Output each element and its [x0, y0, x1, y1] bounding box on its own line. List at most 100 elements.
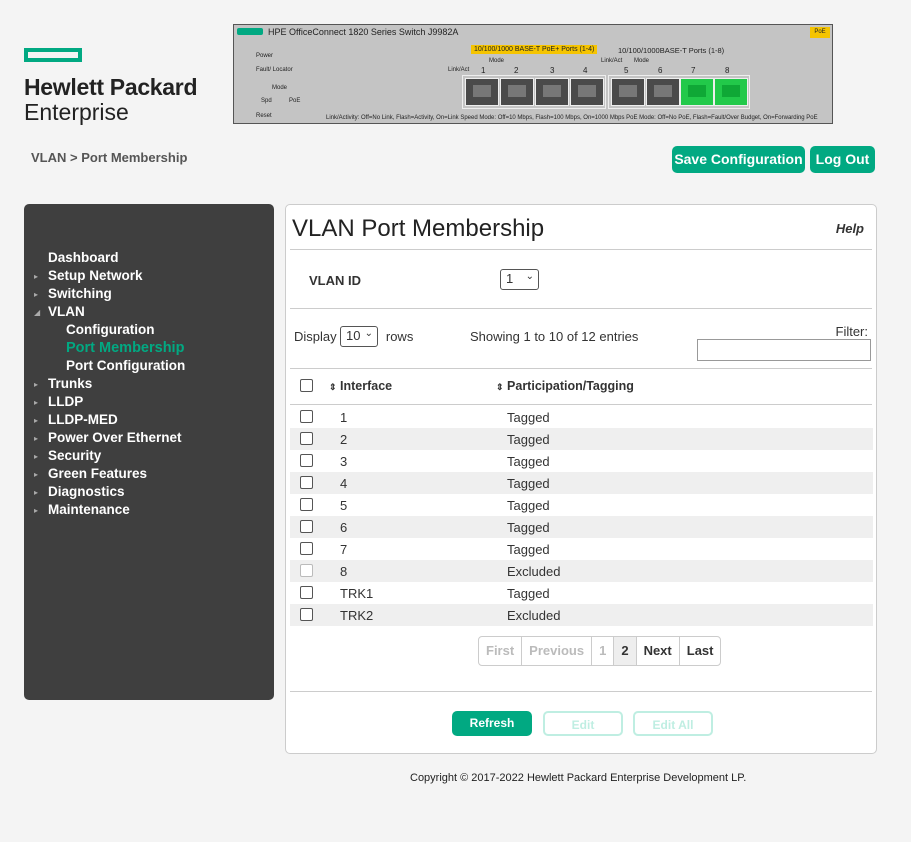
table-row[interactable]: 2 Tagged: [290, 428, 873, 450]
ports-label: 10/100/1000BASE-T Ports (1-8): [618, 46, 725, 55]
sidebar-item-configuration[interactable]: Configuration: [66, 322, 154, 337]
brand-line-1: Hewlett Packard: [24, 74, 198, 100]
sidebar-item-port-configuration[interactable]: Port Configuration: [66, 358, 185, 373]
sidebar-item-diagnostics[interactable]: Diagnostics: [48, 484, 125, 499]
sidebar-item-green-features[interactable]: Green Features: [48, 466, 147, 481]
row-checkbox[interactable]: [300, 520, 313, 533]
port-number: 7: [691, 66, 696, 75]
page-2-button[interactable]: 2: [614, 637, 637, 665]
switch-faceplate: HPE OfficeConnect 1820 Series Switch J99…: [233, 24, 833, 124]
divider: [290, 368, 872, 369]
interface-cell: 2: [340, 432, 348, 447]
table-row[interactable]: 5 Tagged: [290, 494, 873, 516]
table-row[interactable]: 1 Tagged: [290, 406, 873, 428]
sidebar-item-dashboard[interactable]: Dashboard: [48, 250, 119, 265]
table-row[interactable]: 7 Tagged: [290, 538, 873, 560]
filter-input[interactable]: [697, 339, 871, 361]
first-page-button[interactable]: First: [479, 637, 523, 665]
tagging-cell: Tagged: [507, 454, 550, 469]
row-checkbox[interactable]: [300, 608, 313, 621]
previous-page-button[interactable]: Previous: [522, 637, 593, 665]
row-checkbox[interactable]: [300, 454, 313, 467]
table-row[interactable]: 6 Tagged: [290, 516, 873, 538]
page-title: VLAN Port Membership: [292, 215, 545, 242]
tagging-cell: Tagged: [507, 410, 550, 425]
save-configuration-button[interactable]: Save Configuration: [672, 146, 805, 173]
rows-per-page-select[interactable]: 10 ⌄: [340, 326, 378, 347]
hpe-logo-mark: [24, 48, 82, 62]
column-header-interface[interactable]: ⇕ Interface: [329, 379, 392, 393]
row-checkbox[interactable]: [300, 542, 313, 555]
row-checkbox[interactable]: [300, 432, 313, 445]
select-all-checkbox[interactable]: [300, 379, 313, 392]
sort-icon: ⇕: [329, 382, 337, 392]
sidebar-item-trunks[interactable]: Trunks: [48, 376, 92, 391]
interface-cell: TRK2: [340, 608, 374, 623]
row-checkbox[interactable]: [300, 498, 313, 511]
sidebar-item-lldp[interactable]: LLDP: [48, 394, 83, 409]
refresh-button[interactable]: Refresh: [452, 711, 532, 736]
caret-right-icon: ▸: [34, 470, 39, 479]
port-number: 4: [583, 66, 588, 75]
row-checkbox[interactable]: [300, 410, 313, 423]
tagging-cell: Tagged: [507, 520, 550, 535]
column-header-label: Interface: [340, 379, 393, 393]
caret-right-icon: ▸: [34, 398, 39, 407]
linkact-label-2: Link/Act: [601, 58, 623, 64]
edit-all-button[interactable]: Edit All: [633, 711, 713, 736]
sidebar-item-maintenance[interactable]: Maintenance: [48, 502, 130, 517]
port-number: 2: [514, 66, 519, 75]
reset-label: Reset: [256, 113, 272, 119]
vlan-id-label: VLAN ID: [309, 273, 361, 288]
row-checkbox[interactable]: [300, 564, 313, 577]
column-header-participation[interactable]: ⇕ Participation/Tagging: [496, 379, 634, 393]
interface-cell: 8: [340, 564, 348, 579]
port-icon: [646, 78, 680, 106]
port-icon-active: [714, 78, 748, 106]
port-icon: [500, 78, 534, 106]
main-panel: VLAN Port Membership Help VLAN ID 1 ⌄ Di…: [285, 204, 877, 754]
device-title: HPE OfficeConnect 1820 Series Switch J99…: [268, 27, 459, 37]
mode-label-2: Mode: [634, 58, 650, 64]
sidebar-item-vlan[interactable]: VLAN: [48, 304, 85, 319]
hpe-logo: Hewlett Packard Enterprise: [24, 48, 198, 126]
caret-right-icon: ▸: [34, 452, 39, 461]
sidebar-item-setup-network[interactable]: Setup Network: [48, 268, 143, 283]
table-row[interactable]: 4 Tagged: [290, 472, 873, 494]
rows-per-page-value: 10: [346, 328, 361, 343]
table-row[interactable]: 8 Excluded: [290, 560, 873, 582]
interface-cell: 5: [340, 498, 348, 513]
sidebar-item-security[interactable]: Security: [48, 448, 101, 463]
poe-ports-label: 10/100/1000 BASE-T PoE+ Ports (1-4): [471, 45, 598, 54]
sidebar-item-switching[interactable]: Switching: [48, 286, 112, 301]
tagging-cell: Tagged: [507, 432, 550, 447]
interface-cell: 3: [340, 454, 348, 469]
entries-info: Showing 1 to 10 of 12 entries: [470, 329, 639, 344]
vlan-id-select[interactable]: 1 ⌄: [500, 269, 539, 290]
display-suffix: rows: [385, 329, 414, 344]
filter-label: Filter:: [835, 324, 869, 339]
mode-label-1: Mode: [489, 58, 505, 64]
table-row[interactable]: TRK2 Excluded: [290, 604, 873, 626]
help-link[interactable]: Help: [836, 221, 864, 236]
logout-button[interactable]: Log Out: [810, 146, 875, 173]
column-header-label: Participation/Tagging: [507, 379, 634, 393]
brand-line-2: Enterprise: [24, 99, 129, 125]
next-page-button[interactable]: Next: [637, 637, 680, 665]
power-label: Power: [256, 53, 274, 59]
sidebar-item-power-over-ethernet[interactable]: Power Over Ethernet: [48, 430, 182, 445]
poe-badge: PoE: [810, 27, 830, 38]
sidebar-item-port-membership[interactable]: Port Membership: [66, 340, 184, 356]
page-1-button[interactable]: 1: [592, 637, 615, 665]
table-row[interactable]: TRK1 Tagged: [290, 582, 873, 604]
caret-right-icon: ▸: [34, 506, 39, 515]
sidebar-item-lldp-med[interactable]: LLDP-MED: [48, 412, 118, 427]
last-page-button[interactable]: Last: [680, 637, 721, 665]
edit-button[interactable]: Edit: [543, 711, 623, 736]
row-checkbox[interactable]: [300, 586, 313, 599]
port-icon: [535, 78, 569, 106]
table-row[interactable]: 3 Tagged: [290, 450, 873, 472]
poe-mode-label: PoE: [289, 98, 301, 104]
row-checkbox[interactable]: [300, 476, 313, 489]
port-number: 3: [550, 66, 555, 75]
